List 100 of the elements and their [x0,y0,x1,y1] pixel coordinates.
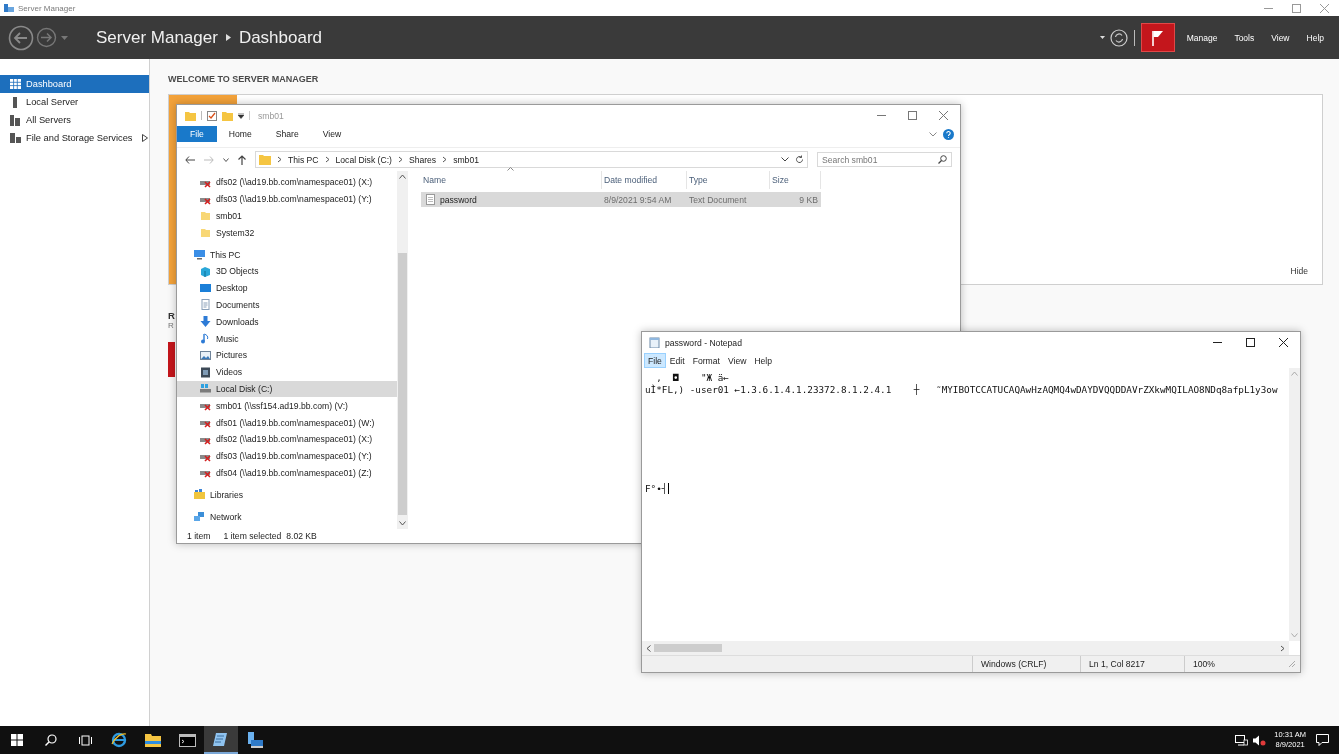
tree-item[interactable]: This PC [177,246,397,263]
breadcrumb-item[interactable]: This PC [288,154,319,165]
breadcrumb-item: Server Manager [96,27,218,48]
column-header[interactable]: Size [770,171,821,189]
menu-item[interactable]: Help [1306,32,1324,43]
column-header[interactable]: Date modified [602,171,687,189]
dropdown-icon[interactable] [238,112,244,119]
section-heading: WELCOME TO SERVER MANAGER [168,74,320,84]
table-cell-text: 9 KB [798,194,819,205]
document-icon [200,299,211,311]
tree-item[interactable]: 3D Objects [177,263,397,280]
music-note-icon [200,333,211,345]
picture-icon [200,349,211,361]
scroll-left-icon[interactable] [646,644,651,652]
breadcrumb-item[interactable]: Local Disk (C:) [335,154,392,165]
terminal-icon[interactable] [178,733,196,747]
menu-item[interactable]: Manage [1186,32,1218,43]
sidebar-item[interactable]: Dashboard [0,75,149,93]
scroll-down-icon[interactable] [399,521,406,526]
text-cursor [668,483,670,495]
sidebar-item[interactable]: File and Storage Services [0,129,149,147]
tree-item[interactable]: dfs03 (\\ad19.bb.com\namespace01) (Y:) [177,190,397,208]
file-row[interactable]: password 8/9/2021 9:54 AM Text Document 9 KB [421,192,821,207]
ribbon-tab[interactable]: File [177,126,217,142]
table-cell-text: Text Document [688,194,748,205]
tree-item[interactable]: Desktop [177,279,397,297]
tree-item[interactable]: smb01 (\\ssf154.ad19.bb.com) (V:) [177,397,397,415]
text-line: F°•┤ [645,483,668,495]
ribbon-tab[interactable]: Home [216,126,264,142]
menu-item[interactable]: File [644,353,666,368]
scrollbar[interactable] [397,171,408,529]
back-icon[interactable] [185,155,195,164]
refresh-icon[interactable] [795,155,804,164]
notifications-button[interactable] [1140,23,1175,52]
folder-icon[interactable] [145,733,161,747]
task-view-icon[interactable] [78,734,92,746]
maximize-icon[interactable] [1246,338,1255,347]
tree-item[interactable]: dfs03 (\\ad19.bb.com\namespace01) (Y:) [177,447,397,465]
menu-item[interactable]: View [1271,32,1290,43]
ribbon-tab[interactable]: Share [263,126,311,142]
tree-item[interactable]: smb01 [177,207,397,225]
tree-item[interactable]: Local Disk (C:) [177,380,397,398]
tree-item[interactable]: dfs04 (\\ad19.bb.com\namespace01) (Z:) [177,464,397,482]
menu-item[interactable]: Edit [665,353,689,368]
breadcrumb-item[interactable]: Shares [408,154,437,165]
back-icon[interactable] [8,24,34,51]
status-text: 1 item selected [223,531,282,541]
column-header[interactable]: Type [687,171,770,189]
help-icon[interactable] [943,128,954,140]
recent-dropdown-icon[interactable] [223,157,229,162]
menu-item[interactable]: Format [688,353,724,368]
tree-item[interactable]: Network [177,508,397,525]
menu-item[interactable]: View [723,353,751,368]
table-cell-text: 8/9/2021 9:54 AM [603,194,673,205]
close-icon[interactable] [1279,338,1288,347]
tree-item[interactable]: System32 [177,224,397,242]
tree-item[interactable]: dfs02 (\\ad19.bb.com\namespace01) (X:) [177,174,397,191]
search-icon[interactable] [45,734,57,746]
tree-item[interactable]: Documents [177,296,397,314]
properties-icon[interactable] [207,110,217,121]
grid-icon [10,79,21,89]
status-text: 100% [1184,656,1288,672]
tree-item[interactable]: Videos [177,363,397,381]
hide-link[interactable]: Hide [1290,266,1308,276]
tree-item[interactable]: Music [177,330,397,347]
start-icon[interactable] [11,734,23,746]
text-line: , ◘ "Ж ä← [655,372,729,384]
file-name: password [440,194,477,205]
scrollbar[interactable] [642,641,1289,655]
menu-item[interactable]: Help [750,353,777,368]
column-header[interactable]: Name [421,171,602,189]
address-bar[interactable]: This PC Local Disk (C:) Shares smb01 [255,151,808,168]
text-editor[interactable]: , ◘ "Ж ä← uÌ*FL,) -user01 ←1.3.6.1.4.1.23372.8.1.2.4.1 ┼ ˜MYIBOTCCATUCAQAwHzAQMQ4wDAYDVQQDDAVrZXkwMQILAO8NDq8afpL1y3ow F°•┤ [642,368,1289,641]
tree-item[interactable]: Downloads [177,313,397,331]
tree-item[interactable]: Libraries [177,486,397,504]
sidebar-item[interactable]: All Servers [0,111,149,129]
ribbon-tab[interactable]: View [310,126,354,142]
server-manager-icon[interactable] [247,732,263,748]
breadcrumb-item[interactable]: smb01 [453,154,479,165]
scroll-up-icon[interactable] [399,174,406,179]
forward-icon[interactable] [36,27,57,48]
network-icon[interactable] [1235,734,1249,746]
notification-icon[interactable] [1316,734,1329,746]
search-field[interactable]: Search smb01 [817,152,952,167]
library-icon [194,489,205,501]
separator-icon [225,34,231,41]
tree-item[interactable]: dfs02 (\\ad19.bb.com\namespace01) (X:) [177,430,397,448]
tree-item[interactable]: Pictures [177,346,397,364]
tree-item[interactable]: dfs01 (\\ad19.bb.com\namespace01) (W:) [177,414,397,431]
flag-icon [1151,29,1164,46]
notepad-icon[interactable] [213,731,229,747]
volume-muted-icon[interactable] [1253,734,1267,746]
up-arrow-icon[interactable] [238,154,246,165]
sidebar-item[interactable]: Local Server [0,93,149,111]
caret-icon[interactable] [1099,36,1105,39]
chevron-down-icon[interactable] [781,157,789,162]
menu-item[interactable]: Tools [1234,32,1255,43]
chevron-icon [442,156,448,163]
folder-icon [200,210,211,222]
browser-icon[interactable] [111,732,127,748]
